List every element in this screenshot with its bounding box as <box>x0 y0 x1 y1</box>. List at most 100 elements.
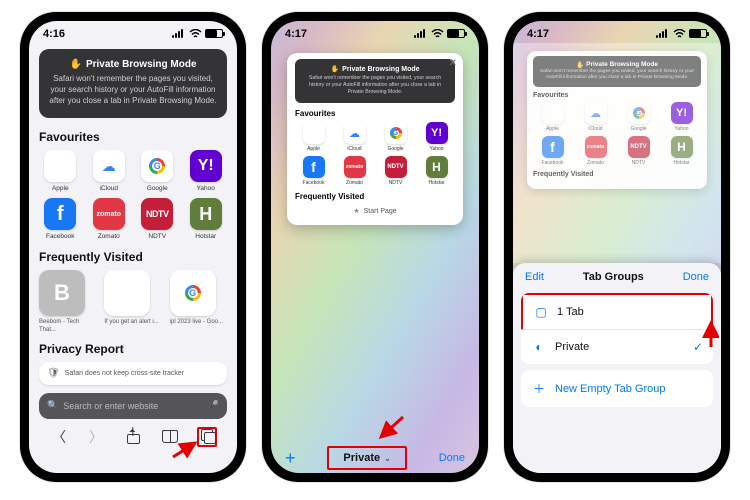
tab-groups-sheet: Edit Tab Groups Done ▢ 1 Tab ◐ Private ✓ <box>513 263 721 473</box>
fav-yahoo: Y!Yahoo <box>418 122 455 152</box>
sheet-header: Edit Tab Groups Done <box>513 263 721 289</box>
tab-groups-new-list: ＋ New Empty Tab Group <box>521 370 713 407</box>
frequently-visited-grid: BBeebom - Tech That... If you get an ale… <box>39 270 227 333</box>
fav-zomato: zomatoZomato <box>336 156 373 186</box>
banner-message: Safari won't remember the pages you visi… <box>49 74 217 106</box>
status-time: 4:17 <box>527 28 549 40</box>
favourites-grid: Apple ☁︎iCloud Google Y!Yahoo fFacebook … <box>295 122 455 186</box>
signal-icon <box>656 29 670 38</box>
tabs-icon: ▢ <box>533 305 549 319</box>
hand-icon: ✋ <box>330 65 339 73</box>
visited-ipl[interactable]: ipl 2023 live - Goo... <box>170 270 227 333</box>
screen-2: 4:17 ✕ ✋Private Browsing Mode Safari won… <box>271 21 479 473</box>
mic-icon[interactable]: 🎤 <box>208 400 219 411</box>
status-indicators <box>414 29 465 39</box>
dim-overlay <box>513 43 721 263</box>
tab-group-selector[interactable]: Private ⌄ <box>327 446 406 470</box>
status-bar: 4:17 <box>271 21 479 43</box>
chevron-down-icon: ⌄ <box>384 454 391 463</box>
wifi-icon <box>431 29 444 39</box>
row-label: New Empty Tab Group <box>555 383 665 395</box>
shield-icon: 🛡︎ <box>47 368 60 379</box>
tab-group-label: Private <box>343 452 380 464</box>
status-time: 4:16 <box>43 28 65 40</box>
fav-ndtv[interactable]: NDTVNDTV <box>136 198 179 240</box>
status-bar: 4:16 <box>29 21 237 43</box>
fav-apple[interactable]: Apple <box>39 150 82 192</box>
battery-icon <box>205 29 223 38</box>
start-page-content: ✋ Private Browsing Mode Safari won't reme… <box>29 43 237 473</box>
signal-icon <box>172 29 186 38</box>
favourites-heading: Favourites <box>39 130 227 144</box>
row-label: 1 Tab <box>557 306 584 318</box>
fav-google: Google <box>377 122 414 152</box>
phone-2: 4:17 ✕ ✋Private Browsing Mode Safari won… <box>262 12 488 482</box>
tab-title: Start Page <box>295 207 455 215</box>
hand-icon: ✋ <box>69 59 81 70</box>
frequently-visited-heading: Frequently Visited <box>39 250 227 264</box>
status-time: 4:17 <box>285 28 307 40</box>
tab-groups-view: ✋Private Browsing Mode Safari won't reme… <box>513 43 721 473</box>
fav-icloud: ☁︎iCloud <box>336 122 373 152</box>
edit-button[interactable]: Edit <box>525 271 544 283</box>
privacy-report-heading: Privacy Report <box>39 342 227 356</box>
annotation-arrow <box>699 319 719 349</box>
plus-icon: ＋ <box>531 380 547 397</box>
tab-group-1-tab[interactable]: ▢ 1 Tab <box>521 293 713 330</box>
privacy-report-card[interactable]: 🛡︎ Safari does not keep cross-site track… <box>39 362 227 385</box>
done-button[interactable]: Done <box>439 452 465 464</box>
banner-message: Safari won't remember the pages you visi… <box>301 75 449 95</box>
tab-thumbnail[interactable]: ✕ ✋Private Browsing Mode Safari won't re… <box>287 53 463 225</box>
banner-title: Private Browsing Mode <box>86 59 197 70</box>
screen-1: 4:16 ✋ Private Browsing Mode Safari won't… <box>29 21 237 473</box>
frequently-visited-heading: Frequently Visited <box>295 192 455 201</box>
tab-group-private[interactable]: ◐ Private ✓ <box>521 330 713 364</box>
wifi-icon <box>673 29 686 39</box>
address-bar[interactable]: 🔍 Search or enter website 🎤 <box>39 393 227 419</box>
status-bar: 4:17 <box>513 21 721 43</box>
status-indicators <box>172 29 223 39</box>
private-icon: ◐ <box>531 340 547 354</box>
screen-3: 4:17 ✋Private Browsing Mode Safari won't… <box>513 21 721 473</box>
tab-view-toolbar: + Private ⌄ Done <box>271 443 479 473</box>
phone-3: 4:17 ✋Private Browsing Mode Safari won't… <box>504 12 730 482</box>
back-button[interactable]: 〈 <box>49 427 69 447</box>
privacy-card-text: Safari does not keep cross-site tracker <box>65 370 184 377</box>
fav-google[interactable]: Google <box>136 150 179 192</box>
wifi-icon <box>189 29 202 39</box>
banner-title: Private Browsing Mode <box>342 66 419 73</box>
status-indicators <box>656 29 707 39</box>
sheet-title: Tab Groups <box>583 271 644 283</box>
fav-hotstar: HHotstar <box>418 156 455 186</box>
new-tab-button[interactable]: + <box>285 448 296 469</box>
annotation-arrow <box>171 439 201 461</box>
close-tab-button[interactable]: ✕ <box>449 58 457 69</box>
fav-hotstar[interactable]: HHotstar <box>185 198 228 240</box>
google-icon <box>185 285 201 301</box>
fav-ndtv: NDTVNDTV <box>377 156 414 186</box>
forward-button[interactable]: 〉 <box>86 427 106 447</box>
battery-icon <box>689 29 707 38</box>
visited-apple-alert[interactable]: If you get an alert i... <box>104 270 161 333</box>
fav-zomato[interactable]: zomatoZomato <box>88 198 131 240</box>
favourites-grid: Apple ☁︎iCloud Google Y!Yahoo fFacebook … <box>39 150 227 240</box>
visited-beebom[interactable]: BBeebom - Tech That... <box>39 270 96 333</box>
done-button[interactable]: Done <box>683 271 709 283</box>
tab-view: ✕ ✋Private Browsing Mode Safari won't re… <box>271 43 479 473</box>
fav-icloud[interactable]: ☁︎iCloud <box>88 150 131 192</box>
search-icon: 🔍 <box>47 400 58 411</box>
tab-groups-list: ▢ 1 Tab ◐ Private ✓ <box>521 293 713 364</box>
fav-facebook: fFacebook <box>295 156 332 186</box>
fav-apple: Apple <box>295 122 332 152</box>
fav-facebook[interactable]: fFacebook <box>39 198 82 240</box>
battery-icon <box>447 29 465 38</box>
fav-yahoo[interactable]: Y!Yahoo <box>185 150 228 192</box>
new-tab-group-button[interactable]: ＋ New Empty Tab Group <box>521 370 713 407</box>
private-browsing-banner: ✋ Private Browsing Mode Safari won't reme… <box>39 49 227 118</box>
private-browsing-banner: ✋Private Browsing Mode Safari won't reme… <box>295 59 455 103</box>
signal-icon <box>414 29 428 38</box>
search-placeholder: Search or enter website <box>63 401 158 411</box>
share-button[interactable] <box>123 427 143 447</box>
phone-1: 4:16 ✋ Private Browsing Mode Safari won't… <box>20 12 246 482</box>
row-label: Private <box>555 341 589 353</box>
